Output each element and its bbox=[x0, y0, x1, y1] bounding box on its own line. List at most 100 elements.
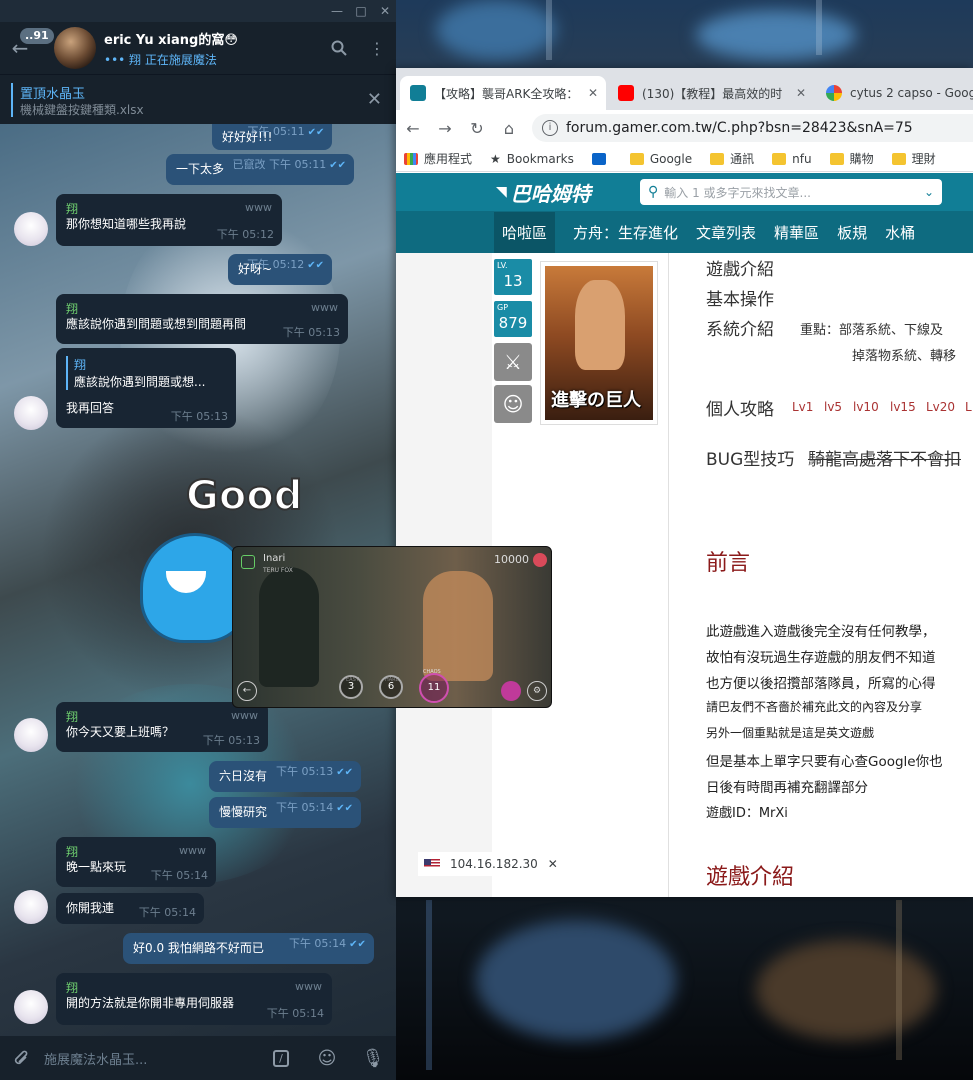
star-icon: ★ bbox=[490, 151, 501, 166]
bookmark-apps[interactable]: 應用程式 bbox=[404, 150, 472, 167]
toc-system-key2: 掉落物系統、轉移 bbox=[852, 349, 957, 364]
song-artist: TERU FOX bbox=[263, 567, 293, 574]
close-button[interactable]: ✕ bbox=[374, 0, 396, 22]
nav-rules[interactable]: 板規 bbox=[837, 222, 867, 243]
bookmark-communication[interactable]: 通訊 bbox=[710, 150, 754, 167]
site-search[interactable]: ⚲ 輸入 1 或多字元來找文章... ⌄ bbox=[640, 179, 942, 205]
toc-personal[interactable]: 個人攻略 bbox=[706, 395, 774, 420]
toc-lv1[interactable]: Lv1 bbox=[792, 400, 813, 414]
nav-ark[interactable]: 方舟：生存進化 bbox=[573, 222, 678, 243]
author-avatar[interactable]: 進擊の巨人 bbox=[540, 261, 658, 425]
board-nav: 哈啦區 方舟：生存進化 文章列表 精華區 板規 水桶 bbox=[396, 211, 973, 253]
reply-quote[interactable]: 翔 應該說你遇到問題或想... bbox=[66, 356, 226, 390]
maximize-button[interactable]: □ bbox=[350, 0, 372, 22]
toc-more[interactable]: L bbox=[965, 400, 972, 414]
home-icon[interactable]: ⌂ bbox=[494, 113, 524, 143]
difficulty-chaos[interactable]: 11 bbox=[419, 673, 449, 703]
incoming-message[interactable]: 翔 www 你今天又要上班嗎？ 下午 05:13 bbox=[56, 702, 268, 752]
avatar[interactable] bbox=[14, 396, 48, 430]
incoming-message[interactable]: 翔 www 開的方法就是你開非專用伺服器 下午 05:14 bbox=[56, 973, 332, 1025]
message-composer: 施展魔法水晶玉... / ☺ 🎙 bbox=[0, 1036, 396, 1080]
avatar[interactable] bbox=[14, 212, 48, 246]
difficulty-easy[interactable]: 3 bbox=[339, 675, 363, 699]
toc-bug[interactable]: BUG型技巧 bbox=[706, 445, 794, 470]
body-line: 也方便以後招攬部落隊員，所寫的心得 bbox=[706, 676, 936, 692]
avatar[interactable] bbox=[14, 990, 48, 1024]
character-icon[interactable]: ☺ bbox=[494, 385, 532, 423]
search-icon[interactable] bbox=[320, 22, 358, 74]
double-check-icon: ✔✔ bbox=[349, 939, 366, 950]
incoming-message[interactable]: 你開我連 下午 05:14 bbox=[56, 893, 204, 924]
avatar[interactable] bbox=[14, 890, 48, 924]
bookmark-finance[interactable]: 理財 bbox=[891, 150, 936, 167]
close-icon[interactable]: ✕ bbox=[367, 89, 382, 110]
gamer-favicon-icon bbox=[410, 85, 426, 101]
paperclip-icon[interactable] bbox=[0, 1036, 44, 1080]
incoming-message[interactable]: 翔 www 晚一點來玩 下午 05:14 bbox=[56, 837, 216, 887]
back-arrow-icon[interactable]: ← bbox=[237, 681, 257, 701]
incoming-message[interactable]: 翔 應該說你遇到問題或想... 我再回答 下午 05:13 bbox=[56, 348, 236, 428]
close-tab-icon[interactable]: ✕ bbox=[588, 86, 598, 100]
toc-lv20[interactable]: Lv20 bbox=[926, 400, 955, 414]
nav-article-list[interactable]: 文章列表 bbox=[696, 222, 756, 243]
nav-featured[interactable]: 精華區 bbox=[774, 222, 819, 243]
chat-avatar[interactable] bbox=[54, 27, 96, 69]
bookmark-bookmarks[interactable]: ★ Bookmarks bbox=[490, 152, 574, 166]
outgoing-message[interactable]: 好好好!!! 下午 05:11 ✔✔ bbox=[212, 124, 333, 150]
outgoing-message[interactable]: 好0.0 我怕網路不好而已 下午 05:14 ✔✔ bbox=[123, 933, 374, 964]
sword-icon[interactable]: ⚔ bbox=[494, 343, 532, 381]
ip-indicator[interactable]: 104.16.182.30 ✕ bbox=[418, 852, 564, 876]
bookmark-shopping[interactable]: 購物 bbox=[829, 150, 874, 167]
google-favicon-icon bbox=[826, 85, 842, 101]
game-preview-popup[interactable]: Inari TERU FOX 10000 ← EASY 3 HARD 6 CHA… bbox=[232, 546, 552, 708]
back-button[interactable]: ← ..91 bbox=[0, 22, 54, 74]
toc-game-intro[interactable]: 遊戲介紹 bbox=[706, 255, 774, 280]
bookmark-nfu[interactable]: nfu bbox=[772, 152, 812, 166]
nav-forum[interactable]: 哈啦區 bbox=[494, 211, 556, 253]
incoming-message[interactable]: 翔 www 那你想知道哪些我再說 下午 05:12 bbox=[56, 194, 282, 246]
outgoing-message[interactable]: 六日沒有 下午 05:13 ✔✔ bbox=[209, 761, 362, 792]
character-select-icon[interactable] bbox=[501, 681, 521, 701]
outgoing-message[interactable]: 慢慢研究 下午 05:14 ✔✔ bbox=[209, 797, 362, 828]
minimize-button[interactable]: — bbox=[326, 0, 348, 22]
song-icon bbox=[241, 555, 255, 569]
settings-icon[interactable]: ⚙ bbox=[527, 681, 547, 701]
chat-info[interactable]: eric Yu xiang的窩😳 ••• 翔 正在施展魔法 bbox=[104, 29, 320, 68]
back-arrow-icon[interactable]: ← bbox=[398, 113, 428, 143]
unread-badge: ..91 bbox=[20, 28, 54, 44]
microphone-icon[interactable]: 🎙 bbox=[350, 1036, 396, 1080]
section-heading: 前言 bbox=[706, 551, 751, 576]
toc-basic[interactable]: 基本操作 bbox=[706, 285, 774, 310]
reload-icon[interactable]: ↻ bbox=[462, 113, 492, 143]
body-line: 但是基本上單字只要有心查Google你也 bbox=[706, 754, 943, 770]
bookmarks-bar: 應用程式 ★ Bookmarks Google 通訊 nfu 購物 理財 bbox=[396, 146, 973, 172]
address-bar[interactable]: i forum.gamer.com.tw/C.php?bsn=28423&snA… bbox=[532, 114, 973, 142]
more-vertical-icon[interactable]: ⋮ bbox=[358, 22, 396, 74]
toc-system[interactable]: 系統介紹 bbox=[706, 315, 774, 340]
tab-ark-guide[interactable]: 【攻略】襲哥ARK全攻略： ✕ bbox=[400, 76, 606, 110]
info-icon[interactable]: i bbox=[542, 120, 558, 136]
close-icon[interactable]: ✕ bbox=[548, 857, 558, 871]
tab-youtube[interactable]: (130)【教程】最高效的时 ✕ bbox=[608, 76, 814, 110]
toc-bug-link[interactable]: 騎龍高處落下不會扣 bbox=[808, 445, 961, 470]
avatar[interactable] bbox=[14, 718, 48, 752]
tab-google[interactable]: cytus 2 capso - Google bbox=[816, 76, 973, 110]
bookmark-google[interactable]: Google bbox=[629, 152, 692, 166]
difficulty-hard[interactable]: 6 bbox=[379, 675, 403, 699]
toc-lv10[interactable]: lv10 bbox=[853, 400, 879, 414]
outgoing-message[interactable]: 好呀~ 下午 05:12 ✔✔ bbox=[228, 254, 333, 285]
pinned-title: 置頂水晶玉 bbox=[20, 87, 86, 102]
incoming-message[interactable]: 翔 www 應該說你遇到問題或想到問題再問 下午 05:13 bbox=[56, 294, 348, 344]
forward-arrow-icon[interactable]: → bbox=[430, 113, 460, 143]
pinned-message[interactable]: 置頂水晶玉 機械鍵盤按鍵種類.xlsx ✕ bbox=[0, 74, 396, 124]
close-tab-icon[interactable]: ✕ bbox=[796, 86, 806, 100]
emoji-icon[interactable]: ☺ bbox=[304, 1036, 350, 1080]
nav-bucket[interactable]: 水桶 bbox=[885, 222, 915, 243]
message-input[interactable]: 施展魔法水晶玉... bbox=[44, 1049, 258, 1068]
bookmark-outlook[interactable] bbox=[591, 152, 612, 165]
site-logo[interactable]: ◥ 巴哈姆特 bbox=[496, 177, 616, 207]
toc-lv15[interactable]: lv15 bbox=[890, 400, 916, 414]
outgoing-message[interactable]: 一下太多 已竄改 下午 05:11 ✔✔ bbox=[166, 154, 355, 185]
command-icon[interactable]: / bbox=[258, 1036, 304, 1080]
toc-lv5[interactable]: lv5 bbox=[824, 400, 842, 414]
